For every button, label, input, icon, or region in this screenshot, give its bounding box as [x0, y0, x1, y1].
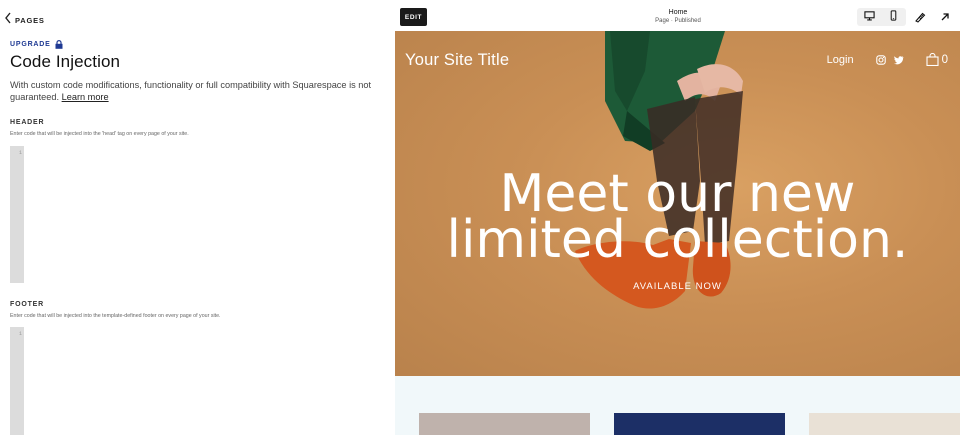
login-link[interactable]: Login: [827, 54, 854, 66]
device-toggle: [857, 8, 906, 26]
page-title: Code Injection: [10, 52, 121, 71]
footer-section-label: FOOTER: [10, 301, 44, 308]
style-brush-icon: [914, 11, 926, 23]
header-section-help: Enter code that will be injected into th…: [10, 131, 189, 137]
footer-code-editor[interactable]: 1: [10, 327, 385, 435]
page-status: Page · Published: [655, 18, 701, 24]
hero-headline-line-2: limited collection.: [446, 210, 909, 270]
preview-toolbar: EDIT Home Page · Published: [395, 0, 960, 31]
mobile-icon: [888, 8, 899, 26]
cart-button[interactable]: 0: [926, 53, 948, 66]
twitter-icon[interactable]: [893, 55, 904, 65]
edit-button[interactable]: EDIT: [400, 8, 427, 26]
learn-more-link[interactable]: Learn more: [62, 92, 109, 102]
desktop-icon: [863, 8, 875, 26]
header-editor-gutter: 1: [10, 146, 24, 283]
upgrade-link[interactable]: UPGRADE: [10, 40, 63, 49]
mobile-view-button[interactable]: [881, 8, 905, 26]
back-label: PAGES: [15, 15, 45, 25]
desktop-view-button[interactable]: [857, 8, 881, 26]
hero-section: Your Site Title Login 0 Meet our new lim…: [395, 31, 960, 376]
footer-section-help: Enter code that will be injected into th…: [10, 313, 221, 319]
footer-editor-gutter: 1: [10, 327, 24, 435]
upgrade-label: UPGRADE: [10, 41, 51, 48]
product-thumbnail[interactable]: [809, 413, 960, 435]
header-section-label: HEADER: [10, 119, 45, 126]
code-injection-panel: PAGES UPGRADE Code Injection With custom…: [0, 0, 395, 435]
header-code-editor[interactable]: 1: [10, 146, 385, 283]
page-name: Home: [668, 9, 688, 16]
site-preview: EDIT Home Page · Published Your Site Tit…: [395, 0, 960, 435]
available-now-link[interactable]: AVAILABLE NOW: [395, 281, 960, 292]
line-number: 1: [18, 331, 22, 337]
chevron-left-icon: [4, 11, 12, 29]
instagram-icon[interactable]: [875, 54, 886, 65]
site-title[interactable]: Your Site Title: [405, 51, 509, 70]
page-info: Home Page · Published: [635, 8, 721, 25]
site-styles-button[interactable]: [914, 11, 926, 23]
lock-icon: [55, 40, 63, 49]
product-thumbnail[interactable]: [614, 413, 785, 435]
line-number: 1: [18, 150, 22, 156]
shopping-bag-icon: [926, 53, 939, 66]
cart-count: 0: [941, 53, 948, 66]
back-to-pages-link[interactable]: PAGES: [4, 11, 45, 29]
page-description: With custom code modifications, function…: [10, 79, 375, 103]
product-section: [395, 376, 960, 435]
site-nav: Login 0: [827, 53, 948, 66]
open-external-icon: [939, 11, 951, 23]
open-site-button[interactable]: [939, 11, 951, 23]
product-thumbnail[interactable]: [419, 413, 590, 435]
